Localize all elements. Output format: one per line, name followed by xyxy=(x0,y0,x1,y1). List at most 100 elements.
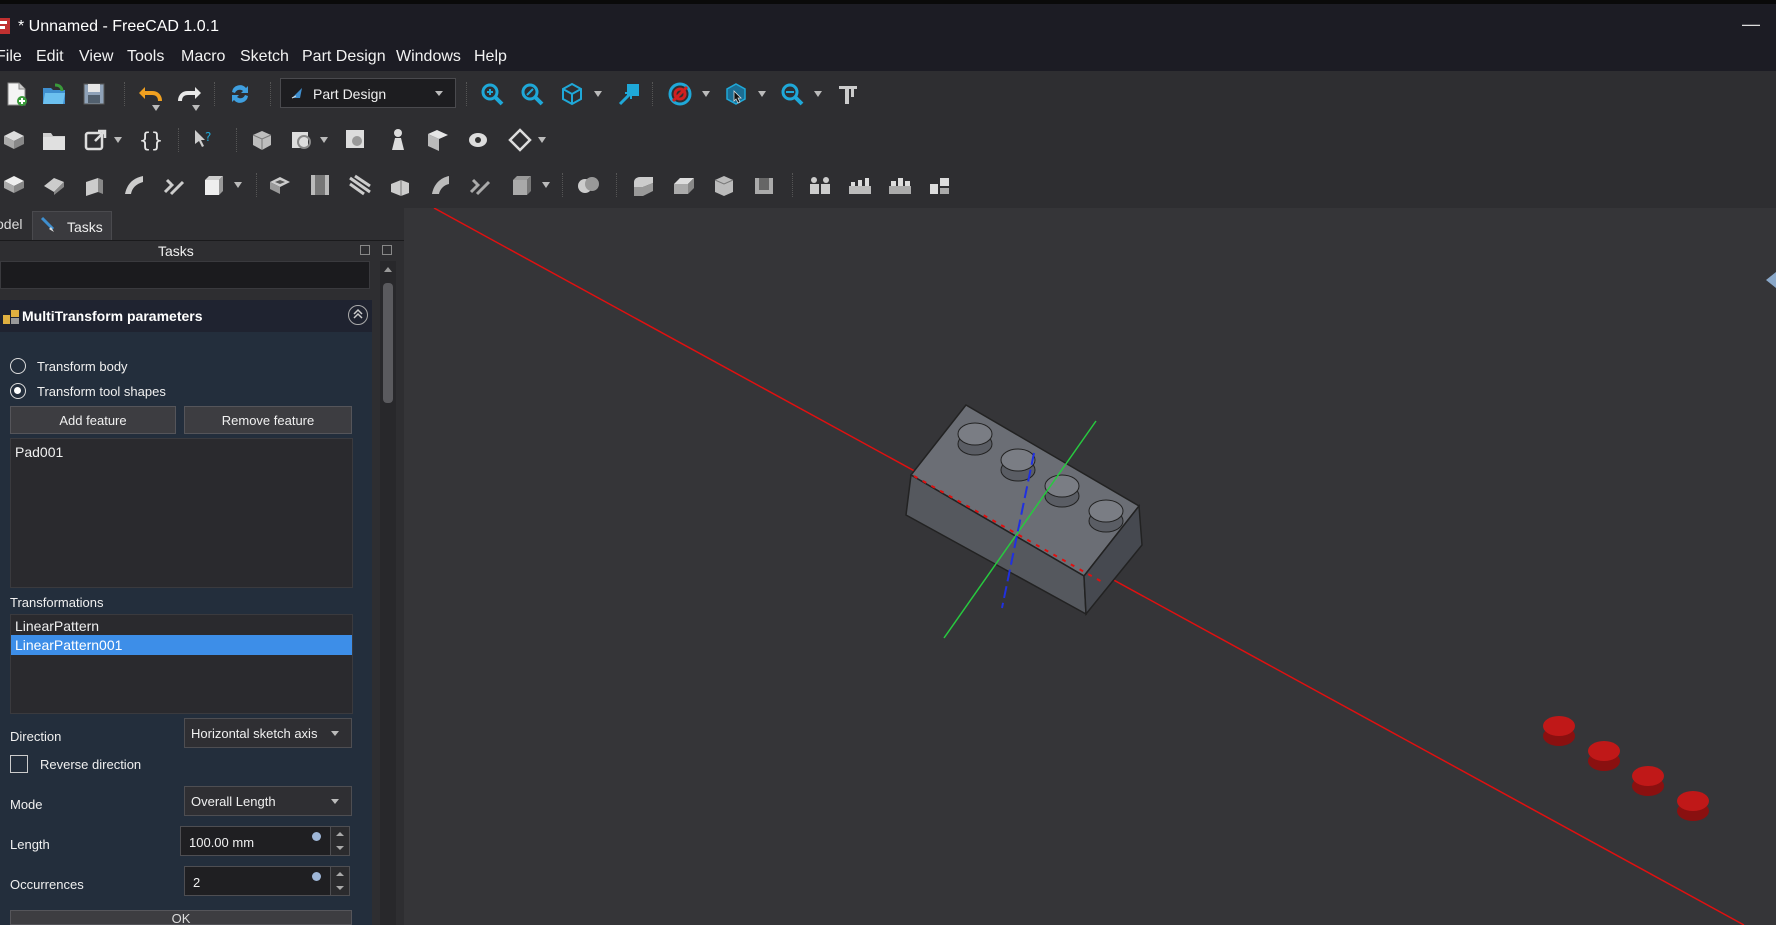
list-item[interactable]: LinearPattern xyxy=(11,616,352,636)
datum-plane-button[interactable] xyxy=(424,126,452,154)
sketch-button[interactable] xyxy=(384,126,412,154)
link-dropdown-icon[interactable] xyxy=(114,137,122,143)
close-panel-button[interactable] xyxy=(382,245,392,255)
open-document-button[interactable] xyxy=(40,80,68,108)
occurrences-step-up[interactable] xyxy=(330,867,349,881)
scroll-up-arrow-icon[interactable] xyxy=(384,267,392,272)
length-input[interactable]: 100.00 mm xyxy=(180,826,350,856)
shape-binder-button[interactable] xyxy=(288,126,316,154)
polar-pattern-button[interactable] xyxy=(886,171,914,199)
additive-pipe-button[interactable] xyxy=(120,171,148,199)
redo-button[interactable] xyxy=(176,80,204,108)
additive-primitive-dropdown-icon[interactable] xyxy=(234,182,242,188)
multitransform-button[interactable] xyxy=(926,171,954,199)
binder-dropdown-icon[interactable] xyxy=(320,137,328,143)
thickness-button[interactable] xyxy=(750,171,778,199)
revolution-button[interactable] xyxy=(40,171,68,199)
datum-point-button[interactable] xyxy=(506,126,534,154)
task-scrollbar[interactable] xyxy=(380,261,396,925)
subtractive-helix-button[interactable] xyxy=(466,171,494,199)
menu-sketch[interactable]: Sketch xyxy=(240,48,289,66)
measure-button[interactable] xyxy=(834,80,862,108)
expression-icon[interactable] xyxy=(312,872,321,881)
menu-help[interactable]: Help xyxy=(474,48,507,66)
transform-body-radio[interactable] xyxy=(10,358,26,374)
menu-edit[interactable]: Edit xyxy=(36,48,64,66)
menu-part-design[interactable]: Part Design xyxy=(302,48,386,66)
undo-dropdown-icon[interactable] xyxy=(152,105,160,111)
scroll-thumb[interactable] xyxy=(383,283,393,403)
lego-brick-model[interactable] xyxy=(905,404,1143,616)
zoom-button[interactable] xyxy=(778,80,806,108)
zoom-dropdown-icon[interactable] xyxy=(814,91,822,97)
tab-model[interactable]: odel xyxy=(0,216,22,232)
menu-view[interactable]: View xyxy=(79,48,113,66)
pocket-button[interactable] xyxy=(266,171,294,199)
ok-button[interactable]: OK xyxy=(10,910,352,925)
groove-button[interactable] xyxy=(346,171,374,199)
mirrored-button[interactable] xyxy=(806,171,834,199)
feature-list[interactable]: Pad001 xyxy=(10,438,353,588)
transformations-list[interactable]: LinearPattern LinearPattern001 xyxy=(10,614,353,714)
additive-loft-button[interactable] xyxy=(80,171,108,199)
refresh-button[interactable] xyxy=(226,80,254,108)
selection-filter-button[interactable] xyxy=(722,80,750,108)
additive-primitive-button[interactable] xyxy=(200,171,228,199)
standard-views-button[interactable] xyxy=(558,80,586,108)
undo-button[interactable] xyxy=(136,80,164,108)
menu-file[interactable]: File xyxy=(0,48,22,66)
navigation-cube-arrow-icon[interactable] xyxy=(1766,272,1776,288)
linear-pattern-button[interactable] xyxy=(846,171,874,199)
clone-button[interactable] xyxy=(342,126,370,154)
pad-button[interactable] xyxy=(0,171,28,199)
list-item[interactable]: Pad001 xyxy=(11,442,352,462)
create-body-button[interactable] xyxy=(248,126,276,154)
subtractive-loft-button[interactable] xyxy=(386,171,414,199)
datum-line-button[interactable] xyxy=(464,126,492,154)
occurrences-step-down[interactable] xyxy=(330,881,349,895)
menu-macro[interactable]: Macro xyxy=(181,48,225,66)
datum-dropdown-icon[interactable] xyxy=(538,137,546,143)
fit-selection-button[interactable] xyxy=(518,80,546,108)
redo-dropdown-icon[interactable] xyxy=(192,105,200,111)
additive-helix-button[interactable] xyxy=(160,171,188,199)
create-part-button[interactable] xyxy=(0,126,28,154)
draw-style-button[interactable] xyxy=(666,80,694,108)
menu-tools[interactable]: Tools xyxy=(127,48,164,66)
whats-this-button[interactable]: ? xyxy=(190,126,218,154)
expression-icon[interactable] xyxy=(312,832,321,841)
3d-viewport[interactable] xyxy=(404,208,1776,925)
mode-select[interactable]: Overall Length xyxy=(184,786,352,816)
fillet-button[interactable] xyxy=(630,171,658,199)
subtractive-primitive-dropdown-icon[interactable] xyxy=(542,182,550,188)
menu-windows[interactable]: Windows xyxy=(396,48,461,66)
fit-all-button[interactable] xyxy=(478,80,506,108)
occurrences-input[interactable]: 2 xyxy=(184,866,350,896)
draw-style-dropdown-icon[interactable] xyxy=(702,91,710,97)
new-document-button[interactable] xyxy=(2,80,30,108)
create-variable-set-button[interactable]: {} xyxy=(136,126,164,154)
collapse-section-button[interactable] xyxy=(348,305,368,325)
length-step-up[interactable] xyxy=(330,827,349,841)
float-panel-button[interactable] xyxy=(360,245,370,255)
list-item-selected[interactable]: LinearPattern001 xyxy=(11,635,352,655)
draft-button[interactable] xyxy=(710,171,738,199)
remove-feature-button[interactable]: Remove feature xyxy=(184,406,352,434)
standard-views-dropdown-icon[interactable] xyxy=(594,91,602,97)
reverse-direction-checkbox[interactable] xyxy=(10,755,28,773)
minimize-button[interactable]: — xyxy=(1742,14,1760,35)
selection-filter-dropdown-icon[interactable] xyxy=(758,91,766,97)
length-step-down[interactable] xyxy=(330,841,349,855)
chamfer-button[interactable] xyxy=(670,171,698,199)
transform-tool-shapes-radio[interactable] xyxy=(10,383,26,399)
hole-button[interactable] xyxy=(306,171,334,199)
workbench-selector[interactable]: Part Design xyxy=(280,78,456,108)
tab-tasks[interactable]: Tasks xyxy=(32,211,112,240)
subtractive-pipe-button[interactable] xyxy=(426,171,454,199)
create-group-button[interactable] xyxy=(40,126,68,154)
create-link-button[interactable] xyxy=(82,126,110,154)
boolean-button[interactable] xyxy=(574,171,602,199)
send-to-viewer-button[interactable] xyxy=(616,80,644,108)
save-button[interactable] xyxy=(80,80,108,108)
direction-select[interactable]: Horizontal sketch axis xyxy=(184,718,352,748)
